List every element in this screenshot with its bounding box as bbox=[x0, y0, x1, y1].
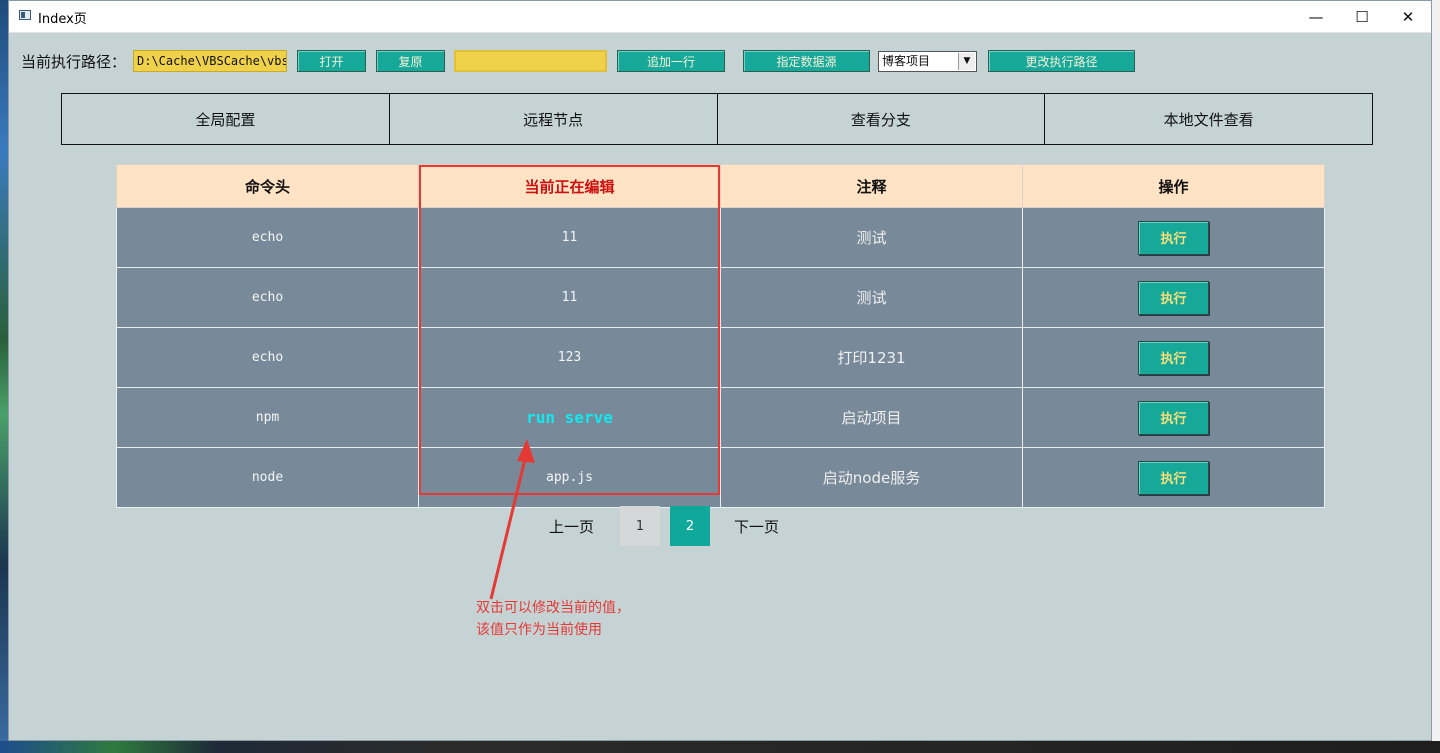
table-row: echo 11 测试 执行 bbox=[116, 267, 1325, 328]
annotation-line-1: 双击可以修改当前的值， bbox=[476, 600, 630, 616]
table-header-row: 命令头 当前正在编辑 注释 操作 bbox=[116, 164, 1325, 208]
project-select[interactable]: 博客项目 ▼ bbox=[878, 51, 977, 72]
table-row: echo 123 打印1231 执行 bbox=[116, 327, 1325, 388]
execute-button[interactable]: 执行 bbox=[1138, 460, 1209, 495]
command-table: 命令头 当前正在编辑 注释 操作 echo 11 测试 执行 echo 11 测… bbox=[116, 164, 1325, 508]
chevron-down-icon[interactable]: ▼ bbox=[958, 53, 975, 70]
pagination: 上一页 1 2 下一页 bbox=[549, 506, 779, 546]
cell-value[interactable]: app.js bbox=[418, 447, 721, 508]
path-label: 当前执行路径： bbox=[21, 53, 127, 71]
table-row: echo 11 测试 执行 bbox=[116, 207, 1325, 268]
header-action: 操作 bbox=[1022, 164, 1325, 208]
window-title: Index页 bbox=[38, 12, 87, 27]
nav-tabs: 全局配置 远程节点 查看分支 本地文件查看 bbox=[61, 93, 1373, 145]
desktop-taskbar-strip bbox=[0, 741, 1440, 753]
tab-view-branches[interactable]: 查看分支 bbox=[716, 93, 1046, 145]
app-window-icon bbox=[19, 10, 31, 20]
cell-action: 执行 bbox=[1022, 207, 1325, 268]
cell-command: echo bbox=[116, 267, 419, 328]
cell-note: 打印1231 bbox=[720, 327, 1023, 388]
maximize-button[interactable]: ☐ bbox=[1339, 1, 1385, 32]
execute-button[interactable]: 执行 bbox=[1138, 400, 1209, 435]
cell-action: 执行 bbox=[1022, 447, 1325, 508]
minimize-button[interactable]: — bbox=[1293, 1, 1339, 32]
title-bar: Index页 — ☐ ✕ bbox=[9, 1, 1431, 33]
cell-note: 启动node服务 bbox=[720, 447, 1023, 508]
header-command: 命令头 bbox=[116, 164, 419, 208]
path-input[interactable]: D:\Cache\VBSCache\vbs bbox=[133, 50, 287, 72]
table-row: node app.js 启动node服务 执行 bbox=[116, 447, 1325, 508]
datasource-button[interactable]: 指定数据源 bbox=[743, 50, 870, 72]
annotation-line-2: 该值只作为当前使用 bbox=[476, 622, 602, 638]
cell-command: echo bbox=[116, 207, 419, 268]
header-note: 注释 bbox=[720, 164, 1023, 208]
change-path-button[interactable]: 更改执行路径 bbox=[988, 50, 1135, 72]
cell-value[interactable]: 11 bbox=[418, 267, 721, 328]
next-page-link[interactable]: 下一页 bbox=[734, 516, 779, 537]
annotation-note: 双击可以修改当前的值， 该值只作为当前使用 bbox=[476, 597, 630, 641]
tab-local-files[interactable]: 本地文件查看 bbox=[1044, 93, 1373, 145]
reset-button[interactable]: 复原 bbox=[376, 50, 445, 72]
execute-button[interactable]: 执行 bbox=[1138, 220, 1209, 255]
page-button-2-active[interactable]: 2 bbox=[670, 506, 711, 546]
page-button-1[interactable]: 1 bbox=[620, 506, 661, 546]
cell-note: 启动项目 bbox=[720, 387, 1023, 448]
annotation-arrow-icon bbox=[489, 439, 535, 600]
open-button[interactable]: 打开 bbox=[297, 50, 366, 72]
cell-note: 测试 bbox=[720, 207, 1023, 268]
cell-command: npm bbox=[116, 387, 419, 448]
table-row: npm run serve 启动项目 执行 bbox=[116, 387, 1325, 448]
cell-action: 执行 bbox=[1022, 267, 1325, 328]
value-input[interactable] bbox=[454, 50, 607, 72]
app-window: Index页 — ☐ ✕ 当前执行路径： D:\Cache\VBSCache\v… bbox=[8, 0, 1432, 741]
header-current-editing: 当前正在编辑 bbox=[418, 164, 721, 208]
cell-value-editing[interactable]: run serve bbox=[418, 387, 721, 448]
execute-button[interactable]: 执行 bbox=[1138, 280, 1209, 315]
project-select-value: 博客项目 bbox=[882, 54, 931, 68]
execute-button[interactable]: 执行 bbox=[1138, 340, 1209, 375]
cell-command: node bbox=[116, 447, 419, 508]
cell-action: 执行 bbox=[1022, 387, 1325, 448]
cell-value[interactable]: 11 bbox=[418, 207, 721, 268]
close-button[interactable]: ✕ bbox=[1385, 1, 1431, 32]
tab-remote-nodes[interactable]: 远程节点 bbox=[388, 93, 718, 145]
cell-note: 测试 bbox=[720, 267, 1023, 328]
add-row-button[interactable]: 追加一行 bbox=[617, 50, 725, 72]
cell-command: echo bbox=[116, 327, 419, 388]
tab-global-config[interactable]: 全局配置 bbox=[61, 93, 390, 145]
cell-value[interactable]: 123 bbox=[418, 327, 721, 388]
cell-action: 执行 bbox=[1022, 327, 1325, 388]
